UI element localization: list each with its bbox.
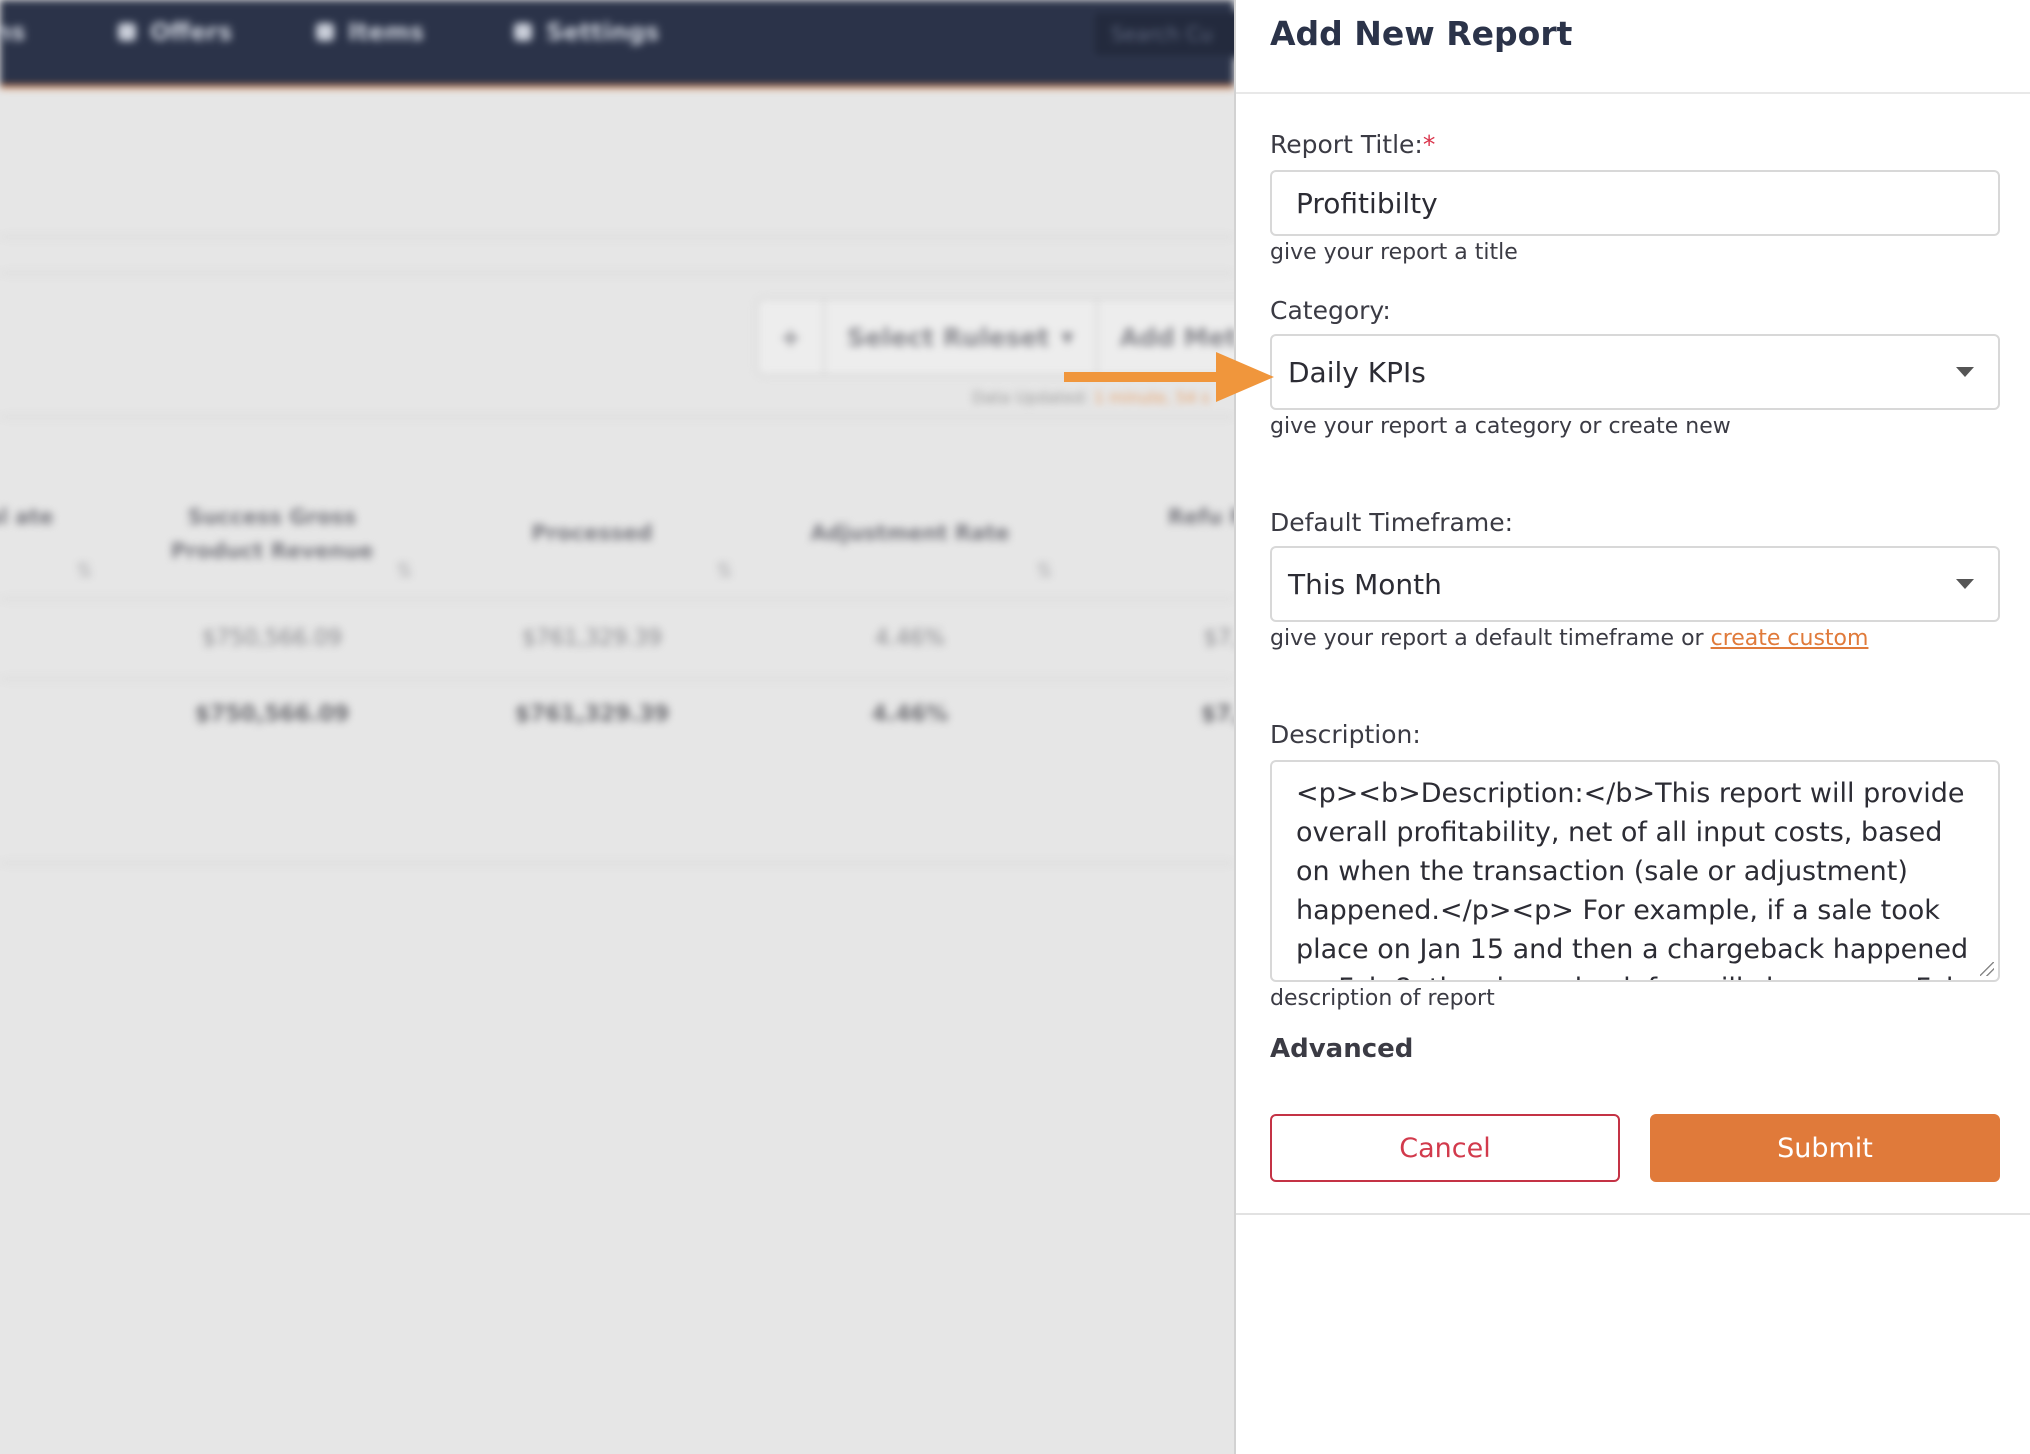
add-button[interactable]: + (758, 300, 825, 374)
background-blur-layer: ns Offers Items Settings Search Cu + Sel… (0, 0, 1234, 1454)
advanced-toggle[interactable]: Advanced (1270, 1034, 1413, 1064)
report-title-label: Report Title:* (1270, 130, 1435, 159)
nav-item-campaigns[interactable]: ns (0, 18, 25, 46)
table-divider (0, 598, 1234, 600)
chevron-down-icon: ▼ (1061, 327, 1074, 347)
default-timeframe-help: give your report a default timeframe or … (1270, 626, 1868, 651)
panel-title: Add New Report (1270, 14, 1573, 53)
nav-item-label: ns (0, 18, 26, 46)
background-app: ns Offers Items Settings Search Cu + Sel… (0, 0, 1234, 1454)
nav-item-label: Items (348, 18, 424, 46)
nav-item-label: Settings (546, 18, 660, 46)
submit-button[interactable]: Submit (1650, 1114, 2000, 1182)
section-divider (0, 236, 1234, 238)
cancel-button[interactable]: Cancel (1270, 1114, 1620, 1182)
category-help: give your report a category or create ne… (1270, 414, 1731, 439)
sort-icon[interactable]: ⇅ (716, 558, 733, 582)
section-divider (0, 272, 1234, 274)
add-report-panel: Add New Report Report Title:* Profitibil… (1234, 0, 2030, 1454)
table-cell: $750,566.09 (202, 626, 342, 651)
report-title-label-text: Report Title: (1270, 130, 1423, 159)
select-ruleset-label: Select Ruleset (846, 322, 1050, 352)
description-textarea[interactable]: <p><b>Description:</b>This report will p… (1270, 760, 2000, 982)
items-icon (316, 23, 334, 41)
default-timeframe-value: This Month (1288, 567, 1442, 601)
table-cell: $761,329.39 (514, 702, 670, 727)
resize-handle-icon[interactable] (1980, 962, 1994, 976)
search-input[interactable]: Search Cu (1092, 10, 1234, 58)
required-marker: * (1422, 130, 1436, 159)
category-label: Category: (1270, 296, 1391, 325)
report-title-help: give your report a title (1270, 240, 1518, 265)
default-timeframe-help-text: give your report a default timeframe or (1270, 626, 1711, 651)
nav-item-items[interactable]: Items (316, 18, 424, 46)
nav-item-offers[interactable]: Offers (118, 18, 232, 46)
table-cell: $750,566.09 (194, 702, 350, 727)
default-timeframe-label: Default Timeframe: (1270, 508, 1514, 537)
sort-icon[interactable]: ⇅ (76, 558, 93, 582)
table-header[interactable]: al ate (0, 500, 140, 534)
table-divider (0, 678, 1234, 680)
category-select[interactable]: Daily KPIs (1270, 334, 2000, 410)
table-header[interactable]: Processed (472, 516, 712, 550)
table-cell: 4.46% (875, 626, 945, 651)
chevron-down-icon (1956, 579, 1974, 589)
table-header[interactable]: Refu Reve (1108, 500, 1234, 534)
nav-item-settings[interactable]: Settings (514, 18, 659, 46)
report-title-input[interactable]: Profitibilty (1270, 170, 2000, 236)
table-cell: $761,329.39 (522, 626, 662, 651)
select-ruleset-dropdown[interactable]: Select Ruleset ▼ (825, 300, 1098, 374)
sort-icon[interactable]: ⇅ (1036, 558, 1053, 582)
create-custom-link[interactable]: create custom (1711, 626, 1869, 651)
top-navigation: ns Offers Items Settings Search Cu (0, 0, 1234, 88)
add-report-form: Add New Report Report Title:* Profitibil… (1236, 0, 2030, 1215)
settings-icon (514, 23, 532, 41)
table-cell: $7,7 (1203, 626, 1235, 651)
table-header[interactable]: Adjustment Rate (790, 516, 1030, 550)
default-timeframe-select[interactable]: This Month (1270, 546, 2000, 622)
nav-item-label: Offers (150, 18, 233, 46)
table-cell: 4.46% (871, 702, 949, 727)
table-header[interactable]: Success Gross Product Revenue (152, 500, 392, 568)
offers-icon (118, 23, 136, 41)
chevron-down-icon (1956, 367, 1974, 377)
description-help: description of report (1270, 986, 1495, 1011)
section-divider (0, 416, 1234, 418)
panel-divider (1236, 92, 2030, 94)
category-select-value: Daily KPIs (1288, 355, 1426, 389)
arrow-right-icon (1064, 352, 1274, 402)
description-label: Description: (1270, 720, 1421, 749)
sort-icon[interactable]: ⇅ (396, 558, 413, 582)
description-text: <p><b>Description:</b>This report will p… (1296, 778, 1969, 980)
section-divider (0, 862, 1234, 864)
table-cell: $7,7 (1200, 702, 1234, 727)
